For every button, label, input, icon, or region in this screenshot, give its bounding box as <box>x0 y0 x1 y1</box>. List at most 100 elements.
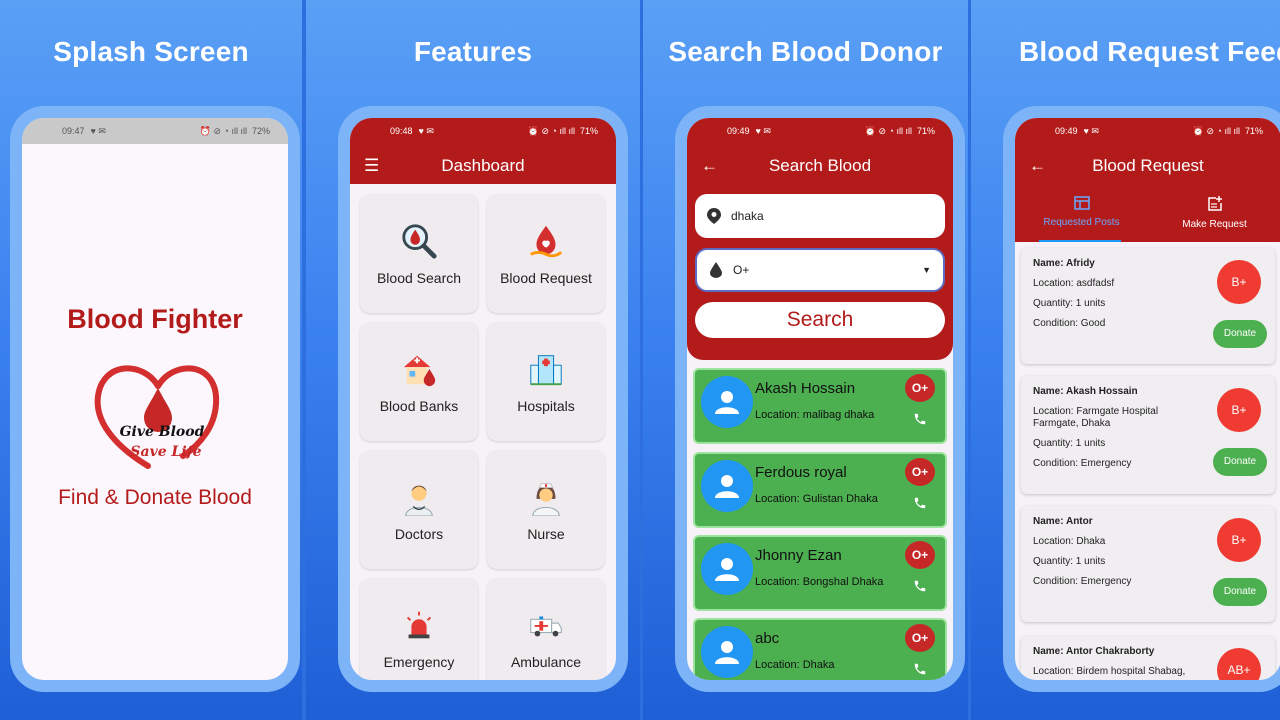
request-card: Name: Antor Chakraborty Location: Birdem… <box>1021 636 1275 680</box>
feature-label: Blood Request <box>500 269 592 286</box>
panel-heading: Search Blood Donor <box>668 36 943 67</box>
tagline: Find & Donate Blood <box>58 486 252 509</box>
blood-group-badge: O+ <box>905 541 935 569</box>
phone-frame: 09:49 ♥ ✉ ⏰ ⊘ ◔ ıll ıll 71% ← Search Blo… <box>675 106 965 692</box>
donor-location: Location: Bongshal Dhaka <box>755 576 884 588</box>
battery-level: 71% <box>579 126 598 136</box>
splash-screen: 09:47 ♥ ✉ ⏰ ⊘ ◔ ıll ıll 72% Blood Fighte… <box>22 118 288 680</box>
logo-text-2: Save Life <box>130 444 201 460</box>
blood-drop-icon <box>710 262 722 278</box>
status-bar: 09:49 ♥ ✉ ⏰ ⊘ ◔ ıll ıll 71% <box>1015 118 1280 144</box>
donor-name: Akash Hossain <box>755 380 856 397</box>
location-input[interactable]: dhaka <box>695 194 945 238</box>
donate-button[interactable]: Donate <box>1213 448 1267 476</box>
post-add-icon <box>1207 196 1222 211</box>
back-arrow-icon[interactable]: ← <box>701 156 718 176</box>
donate-button[interactable]: Donate <box>1213 320 1267 348</box>
blood-group-badge: O+ <box>905 624 935 652</box>
feature-card-doctors[interactable]: Doctors <box>360 450 478 569</box>
status-bar: 09:48 ♥ ✉ ⏰ ⊘ ◔ ıll ıll 71% <box>350 118 616 144</box>
nurse-icon <box>532 482 560 516</box>
notification-icon: ♥ ✉ <box>90 125 106 136</box>
search-header: 09:49 ♥ ✉ ⏰ ⊘ ◔ ıll ıll 71% ← Search Blo… <box>687 118 953 360</box>
search-button[interactable]: Search <box>695 302 945 338</box>
blood-group-badge: B+ <box>1217 260 1261 304</box>
donor-card[interactable]: abc Location: Dhaka O+ <box>693 618 947 680</box>
panel-heading: Blood Request Feed <box>1019 36 1280 67</box>
call-icon[interactable] <box>913 662 927 676</box>
status-time: 09:49 <box>1055 126 1078 136</box>
avatar-icon <box>701 460 753 512</box>
feature-label: Hospitals <box>517 397 575 414</box>
avatar-icon <box>701 543 753 595</box>
feature-card-ambulance[interactable]: Ambulance <box>487 578 605 680</box>
doctor-icon <box>405 485 433 516</box>
back-arrow-icon[interactable]: ← <box>1029 156 1046 176</box>
notification-icon: ♥ ✉ <box>418 125 434 136</box>
donor-card[interactable]: Ferdous royal Location: Gulistan Dhaka O… <box>693 452 947 528</box>
blood-group-select[interactable]: O+ ▼ <box>695 248 945 292</box>
status-bar: 09:47 ♥ ✉ ⏰ ⊘ ◔ ıll ıll 72% <box>22 118 288 144</box>
tab-requested-posts[interactable]: Requested Posts <box>1015 190 1148 242</box>
signal-icon: ⏰ ⊘ ◔ ıll ıll <box>1192 125 1240 136</box>
page-title: Dashboard <box>441 156 525 175</box>
phone-frame: 09:48 ♥ ✉ ⏰ ⊘ ◔ ıll ıll 71% ☰ Dashboard <box>338 106 628 692</box>
tab-make-request[interactable]: Make Request <box>1148 190 1280 242</box>
donor-card[interactable]: Jhonny Ezan Location: Bongshal Dhaka O+ <box>693 535 947 611</box>
app-bar: 09:48 ♥ ✉ ⏰ ⊘ ◔ ıll ıll 71% ☰ Dashboard <box>350 118 616 184</box>
signal-icon: ⏰ ⊘ ◔ ıll ıll <box>864 125 912 136</box>
feature-card-blood-banks[interactable]: Blood Banks <box>360 322 478 441</box>
blood-request-icon <box>530 225 563 257</box>
blood-group-badge: B+ <box>1217 518 1261 562</box>
call-icon[interactable] <box>913 412 927 426</box>
feature-card-nurse[interactable]: Nurse <box>487 450 605 569</box>
blood-group-badge: O+ <box>905 458 935 486</box>
panel-splash: Splash Screen 09:47 ♥ ✉ ⏰ ⊘ ◔ ıll ıll 72… <box>0 0 302 720</box>
tab-bar: Requested Posts Make Request <box>1015 190 1280 242</box>
siren-icon <box>406 611 432 638</box>
heart-drop-logo-icon: Give Blood Save Life <box>94 365 220 469</box>
logo-text-1: Give Blood <box>120 424 205 440</box>
dropdown-arrow-icon: ▼ <box>922 265 931 275</box>
tab-label: Make Request <box>1182 219 1247 230</box>
donor-name: abc <box>755 630 780 647</box>
dashboard-screen: 09:48 ♥ ✉ ⏰ ⊘ ◔ ıll ıll 71% ☰ Dashboard <box>350 118 616 680</box>
call-icon[interactable] <box>913 496 927 510</box>
feed-screen: 09:49 ♥ ✉ ⏰ ⊘ ◔ ıll ıll 71% ← Blood Requ… <box>1015 118 1280 680</box>
avatar-icon <box>701 626 753 678</box>
battery-level: 71% <box>1244 126 1263 136</box>
call-icon[interactable] <box>913 579 927 593</box>
tab-label: Requested Posts <box>1043 217 1120 228</box>
hospital-icon <box>530 354 562 385</box>
blood-bank-icon <box>403 355 436 386</box>
hamburger-icon[interactable]: ☰ <box>364 156 379 176</box>
feature-card-hospitals[interactable]: Hospitals <box>487 322 605 441</box>
status-time: 09:48 <box>390 126 413 136</box>
donor-location: Location: malibag dhaka <box>755 409 875 421</box>
request-card: Name: Antor Location: Dhaka Quantity: 1 … <box>1021 506 1275 622</box>
donor-name: Ferdous royal <box>755 464 847 481</box>
request-location: Location: Farmgate Hospital Farmgate, Dh… <box>1033 406 1159 429</box>
donor-location: Location: Gulistan Dhaka <box>755 493 878 505</box>
feature-card-blood-search[interactable]: Blood Search <box>360 194 478 313</box>
feature-label: Blood Search <box>376 269 462 286</box>
location-value: dhaka <box>731 209 764 223</box>
donor-card[interactable]: Akash Hossain Location: malibag dhaka O+ <box>693 368 947 444</box>
avatar-icon <box>701 376 753 428</box>
feature-card-blood-request[interactable]: Blood Request <box>487 194 605 313</box>
table-icon <box>1073 196 1090 210</box>
status-time: 09:47 <box>62 126 85 136</box>
status-bar: 09:49 ♥ ✉ ⏰ ⊘ ◔ ıll ıll 71% <box>687 118 953 144</box>
donate-button[interactable]: Donate <box>1213 578 1267 606</box>
location-pin-icon <box>707 208 721 224</box>
page-title: Search Blood <box>768 156 872 175</box>
page-title: Blood Request <box>1092 156 1204 175</box>
panel-feed: Blood Request Feed 09:49 ♥ ✉ ⏰ ⊘ ◔ ıll ı… <box>971 0 1280 720</box>
feature-card-emergency[interactable]: Emergency <box>360 578 478 680</box>
blood-group-badge: O+ <box>905 374 935 402</box>
signal-icon: ⏰ ⊘ ◔ ıll ıll <box>199 125 247 136</box>
notification-icon: ♥ ✉ <box>755 125 771 136</box>
panel-search: Search Blood Donor 09:49 ♥ ✉ ⏰ ⊘ ◔ ıll ı… <box>643 0 968 720</box>
panel-heading: Features <box>413 36 533 67</box>
signal-icon: ⏰ ⊘ ◔ ıll ıll <box>527 125 575 136</box>
